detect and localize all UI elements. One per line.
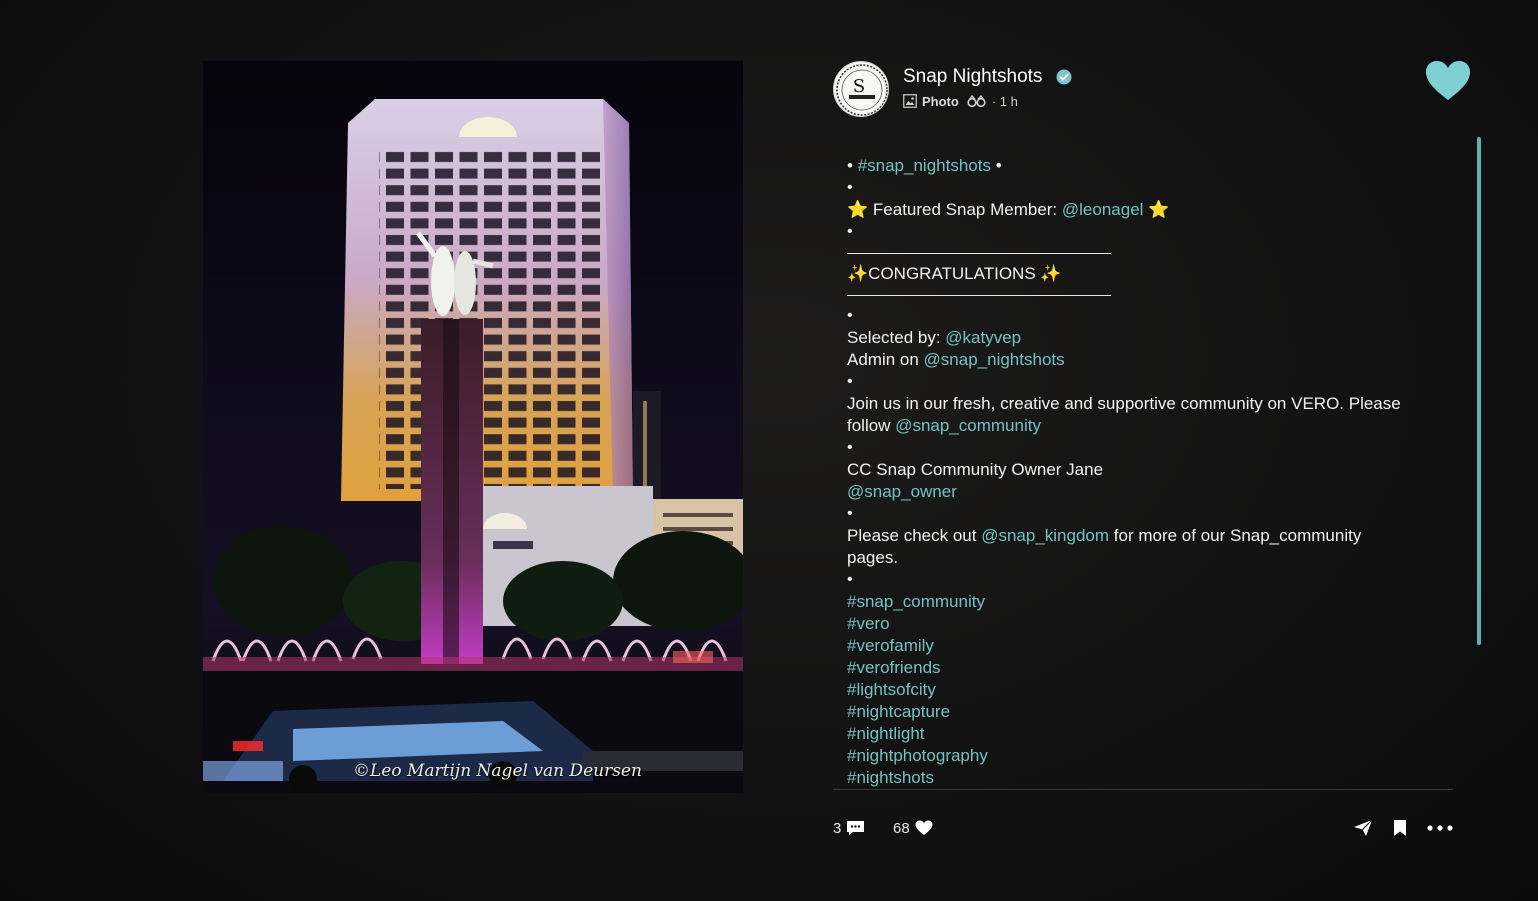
hashtag-link[interactable]: #snap_nightshots <box>858 156 991 175</box>
binoculars-icon <box>967 95 986 107</box>
caption-text: • <box>990 156 1002 175</box>
post-meta: Photo · 1 h <box>903 93 1018 109</box>
post-actions <box>1353 816 1453 840</box>
caption-text: • <box>847 156 858 175</box>
post-viewer: ©Leo Martijn Nagel van Deursen S Snap Ni… <box>0 0 1538 901</box>
likes-button[interactable]: 68 <box>893 816 933 840</box>
caption-dot: • <box>847 505 853 522</box>
comments-button[interactable]: 3 <box>833 816 865 840</box>
congratulations-text: ✨CONGRATULATIONS ✨ <box>847 264 1062 283</box>
comment-icon <box>847 821 865 835</box>
hashtag-link[interactable]: #nightcapture <box>847 701 1437 723</box>
mention-link[interactable]: @snap_owner <box>847 482 957 501</box>
mention-link[interactable]: @snap_community <box>895 416 1041 435</box>
photo-watermark: ©Leo Martijn Nagel van Deursen <box>353 761 642 781</box>
account-avatar[interactable]: S <box>833 61 889 117</box>
send-icon[interactable] <box>1353 819 1373 837</box>
more-icon[interactable] <box>1427 825 1453 831</box>
caption-dot: • <box>847 223 853 240</box>
caption-text: Please check out <box>847 526 982 545</box>
post-time: · 1 h <box>991 93 1018 109</box>
caption-line: @snap_owner <box>847 481 1437 503</box>
caption-dot: • <box>847 439 853 456</box>
comments-count: 3 <box>833 819 842 837</box>
hashtag-link[interactable]: #nightphotography <box>847 745 1437 767</box>
hashtag-link[interactable]: #snap_community <box>847 591 1437 613</box>
post-caption: • #snap_nightshots • • ⭐ Featured Snap M… <box>847 155 1437 789</box>
mention-link[interactable]: @katyvep <box>945 328 1021 347</box>
bookmark-icon[interactable] <box>1393 819 1407 837</box>
caption-line: • #snap_nightshots • <box>847 155 1437 177</box>
photo-icon <box>903 94 917 108</box>
footer-divider <box>833 789 1453 790</box>
caption-scrollbar[interactable] <box>1477 137 1481 645</box>
hashtag-link[interactable]: #nightshots <box>847 767 1437 789</box>
caption-divider <box>847 295 1111 296</box>
caption-dot: • <box>847 179 853 196</box>
caption-line: Selected by: @katyvep <box>847 327 1437 349</box>
hashtag-link[interactable]: #nightlight <box>847 723 1437 745</box>
caption-dot: • <box>847 571 853 588</box>
caption-divider <box>847 253 1111 254</box>
caption-text: CC Snap Community Owner Jane <box>847 460 1104 479</box>
caption-line: Admin on @snap_nightshots <box>847 349 1437 371</box>
account-name[interactable]: Snap Nightshots <box>903 66 1042 88</box>
heart-icon <box>915 820 933 835</box>
like-heart-icon[interactable] <box>1425 60 1471 102</box>
hashtag-link[interactable]: #verofriends <box>847 657 1437 679</box>
mention-link[interactable]: @snap_kingdom <box>981 526 1109 545</box>
post-photo[interactable]: ©Leo Martijn Nagel van Deursen <box>203 61 743 793</box>
caption-line: Please check out @snap_kingdom for more … <box>847 525 1392 569</box>
caption-dot: • <box>847 307 853 324</box>
hashtag-link[interactable]: #lightsofcity <box>847 679 1437 701</box>
caption-line: ⭐ Featured Snap Member: @leonagel ⭐ <box>847 199 1437 221</box>
star-emoji: ⭐ <box>1148 200 1170 219</box>
caption-text: Admin on <box>847 350 924 369</box>
caption-dot: • <box>847 373 853 390</box>
mention-link[interactable]: @snap_nightshots <box>924 350 1065 369</box>
post-type-label: Photo <box>922 93 959 109</box>
hashtag-link[interactable]: #verofamily <box>847 635 1437 657</box>
post-footer: 3 68 <box>833 816 1453 840</box>
mention-link[interactable]: @leonagel <box>1062 200 1144 219</box>
caption-text: Selected by: <box>847 328 946 347</box>
star-emoji: ⭐ <box>847 200 869 219</box>
avatar-monogram: S <box>853 76 865 97</box>
caption-line: Join us in our fresh, creative and suppo… <box>847 393 1437 437</box>
verified-badge-icon <box>1056 69 1072 85</box>
likes-count: 68 <box>893 819 910 837</box>
hashtag-link[interactable]: #vero <box>847 613 1437 635</box>
caption-text: Featured Snap Member: <box>868 200 1062 219</box>
